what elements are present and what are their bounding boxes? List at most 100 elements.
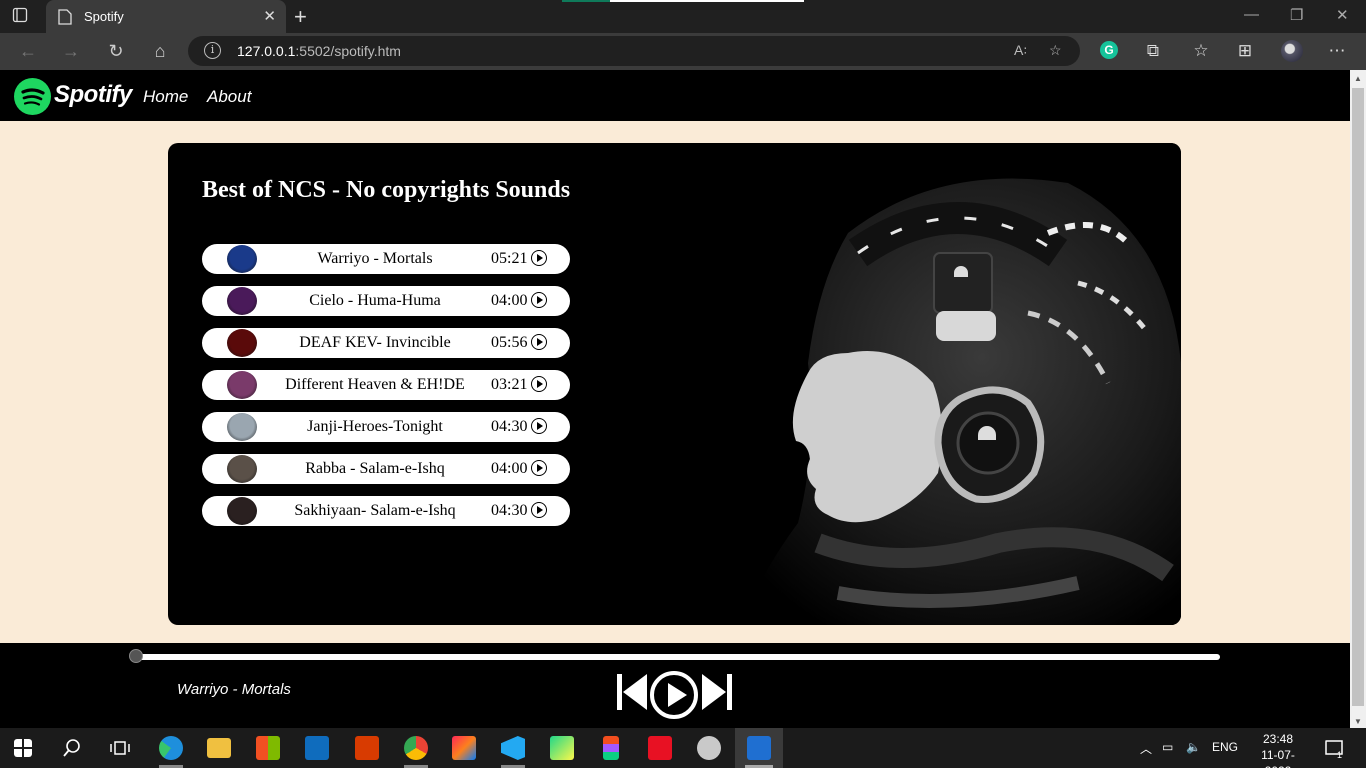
progress-bar[interactable]: [134, 654, 1220, 660]
song-list: Warriyo - Mortals 05:21 Cielo - Huma-Hum…: [202, 244, 570, 538]
close-tab-icon[interactable]: ✕: [263, 7, 276, 25]
close-window-icon[interactable]: ✕: [1336, 6, 1349, 24]
url-text[interactable]: 127.0.0.1:5502/spotify.htm: [237, 43, 401, 59]
song-item[interactable]: Rabba - Salam-e-Ishq 04:00: [202, 454, 570, 484]
next-track-icon[interactable]: [701, 673, 733, 711]
collections-icon[interactable]: ⊞: [1234, 41, 1256, 61]
play-circle-icon[interactable]: [531, 502, 547, 518]
tab-actions-icon[interactable]: [12, 7, 36, 27]
scroll-thumb[interactable]: [1352, 88, 1364, 706]
song-cover-image: [227, 329, 257, 357]
battery-icon[interactable]: ▭: [1162, 740, 1173, 754]
wps-icon[interactable]: [648, 736, 672, 760]
taskbar-clock[interactable]: 23:48 11-07-2022: [1248, 731, 1308, 768]
spotify-favicon-icon: [58, 9, 72, 25]
scroll-up-icon[interactable]: ▲: [1354, 74, 1362, 83]
song-item[interactable]: Janji-Heroes-Tonight 04:30: [202, 412, 570, 442]
song-name: Janji-Heroes-Tonight: [307, 418, 443, 435]
play-circle-icon[interactable]: [531, 292, 547, 308]
song-cover-image: [227, 497, 257, 525]
more-icon[interactable]: ⋯: [1326, 41, 1348, 61]
forward-icon[interactable]: →: [60, 41, 82, 62]
favorites-icon[interactable]: ☆: [1190, 41, 1212, 61]
extensions-icon[interactable]: ⧉: [1142, 41, 1164, 61]
paint-icon[interactable]: [697, 736, 721, 760]
page-viewport: Spotify Home About Best of NCS - No copy…: [0, 70, 1350, 728]
clock-date: 11-07-2022: [1261, 748, 1295, 768]
grammarly-icon[interactable]: G: [1100, 41, 1118, 59]
store-icon[interactable]: [256, 736, 280, 760]
url-path: :5502/spotify.htm: [295, 43, 401, 59]
play-circle-icon[interactable]: [531, 334, 547, 350]
url-host: 127.0.0.1: [237, 43, 296, 59]
playlist-heading: Best of NCS - No copyrights Sounds: [202, 177, 571, 203]
play-circle-icon[interactable]: [531, 376, 547, 392]
song-name: DEAF KEV- Invincible: [299, 334, 451, 351]
profile-icon[interactable]: [1281, 40, 1303, 62]
page-load-indicator: [562, 0, 804, 2]
restore-icon[interactable]: ❐: [1290, 6, 1303, 24]
song-item[interactable]: Different Heaven & EH!DE 03:21: [202, 370, 570, 400]
song-item[interactable]: DEAF KEV- Invincible 05:56: [202, 328, 570, 358]
show-hidden-icons-icon[interactable]: ︿: [1140, 740, 1152, 757]
read-aloud-icon[interactable]: A꞉: [1014, 42, 1027, 58]
song-cover-image: [227, 455, 257, 483]
scroll-down-icon[interactable]: ▼: [1354, 717, 1362, 726]
address-bar[interactable]: i 127.0.0.1:5502/spotify.htm A꞉ ☆: [188, 36, 1080, 66]
intellij-icon[interactable]: [452, 736, 476, 760]
mail-icon[interactable]: [305, 736, 329, 760]
browser-tab[interactable]: Spotify ✕: [46, 0, 286, 33]
spotify-logo-icon[interactable]: [14, 78, 51, 115]
add-favorite-icon[interactable]: ☆: [1049, 42, 1062, 59]
song-item[interactable]: Cielo - Huma-Huma 04:00: [202, 286, 570, 316]
file-explorer-icon[interactable]: [207, 738, 231, 758]
site-info-icon[interactable]: i: [204, 42, 221, 59]
headphones-woman-image: [698, 143, 1181, 625]
page-scrollbar[interactable]: ▲ ▼: [1350, 70, 1366, 728]
play-circle-icon[interactable]: [531, 250, 547, 266]
play-button-icon[interactable]: [649, 670, 699, 720]
song-duration: 04:30: [491, 502, 528, 519]
song-duration: 03:21: [491, 376, 528, 393]
snipping-tool-icon[interactable]: [747, 736, 771, 760]
back-icon[interactable]: ←: [17, 41, 39, 62]
play-circle-icon[interactable]: [531, 418, 547, 434]
volume-icon[interactable]: 🔈: [1186, 740, 1201, 754]
refresh-icon[interactable]: ↻: [105, 41, 127, 62]
song-duration: 04:00: [491, 292, 528, 309]
song-item[interactable]: Warriyo - Mortals 05:21: [202, 244, 570, 274]
song-cover-image: [227, 371, 257, 399]
pycharm-icon[interactable]: [550, 736, 574, 760]
vscode-icon[interactable]: [501, 736, 525, 760]
new-tab-icon[interactable]: +: [294, 4, 307, 30]
notifications-icon[interactable]: 1: [1325, 739, 1345, 759]
previous-track-icon[interactable]: [616, 673, 648, 711]
play-circle-icon[interactable]: [531, 460, 547, 476]
search-icon[interactable]: [62, 738, 82, 758]
chrome-icon[interactable]: [404, 736, 428, 760]
player-bar: Warriyo - Mortals: [0, 643, 1350, 728]
song-duration: 05:56: [491, 334, 528, 351]
language-indicator[interactable]: ENG: [1212, 740, 1238, 754]
figma-icon[interactable]: [603, 736, 619, 760]
song-item[interactable]: Sakhiyaan- Salam-e-Ishq 04:30: [202, 496, 570, 526]
progress-handle[interactable]: [129, 649, 143, 663]
browser-tab-strip: Spotify ✕ + — ❐ ✕: [0, 0, 1366, 33]
start-icon[interactable]: [14, 739, 32, 757]
tab-title: Spotify: [84, 9, 124, 24]
nav-home-link[interactable]: Home: [143, 87, 188, 107]
song-name: Warriyo - Mortals: [317, 250, 433, 267]
office-icon[interactable]: [355, 736, 379, 760]
song-cover-image: [227, 287, 257, 315]
top-navbar: Spotify Home About: [0, 70, 1350, 121]
song-name: Rabba - Salam-e-Ishq: [305, 460, 445, 477]
nav-about-link[interactable]: About: [207, 87, 251, 107]
task-view-icon[interactable]: [110, 739, 130, 757]
song-duration: 05:21: [491, 250, 528, 267]
brand-wordmark[interactable]: Spotify: [54, 81, 132, 109]
edge-icon[interactable]: [159, 736, 183, 760]
windows-taskbar: ︿ ▭ 🔈 ENG 23:48 11-07-2022 1: [0, 728, 1366, 768]
home-icon[interactable]: ⌂: [149, 41, 171, 62]
minimize-icon[interactable]: —: [1244, 6, 1259, 23]
song-duration: 04:30: [491, 418, 528, 435]
